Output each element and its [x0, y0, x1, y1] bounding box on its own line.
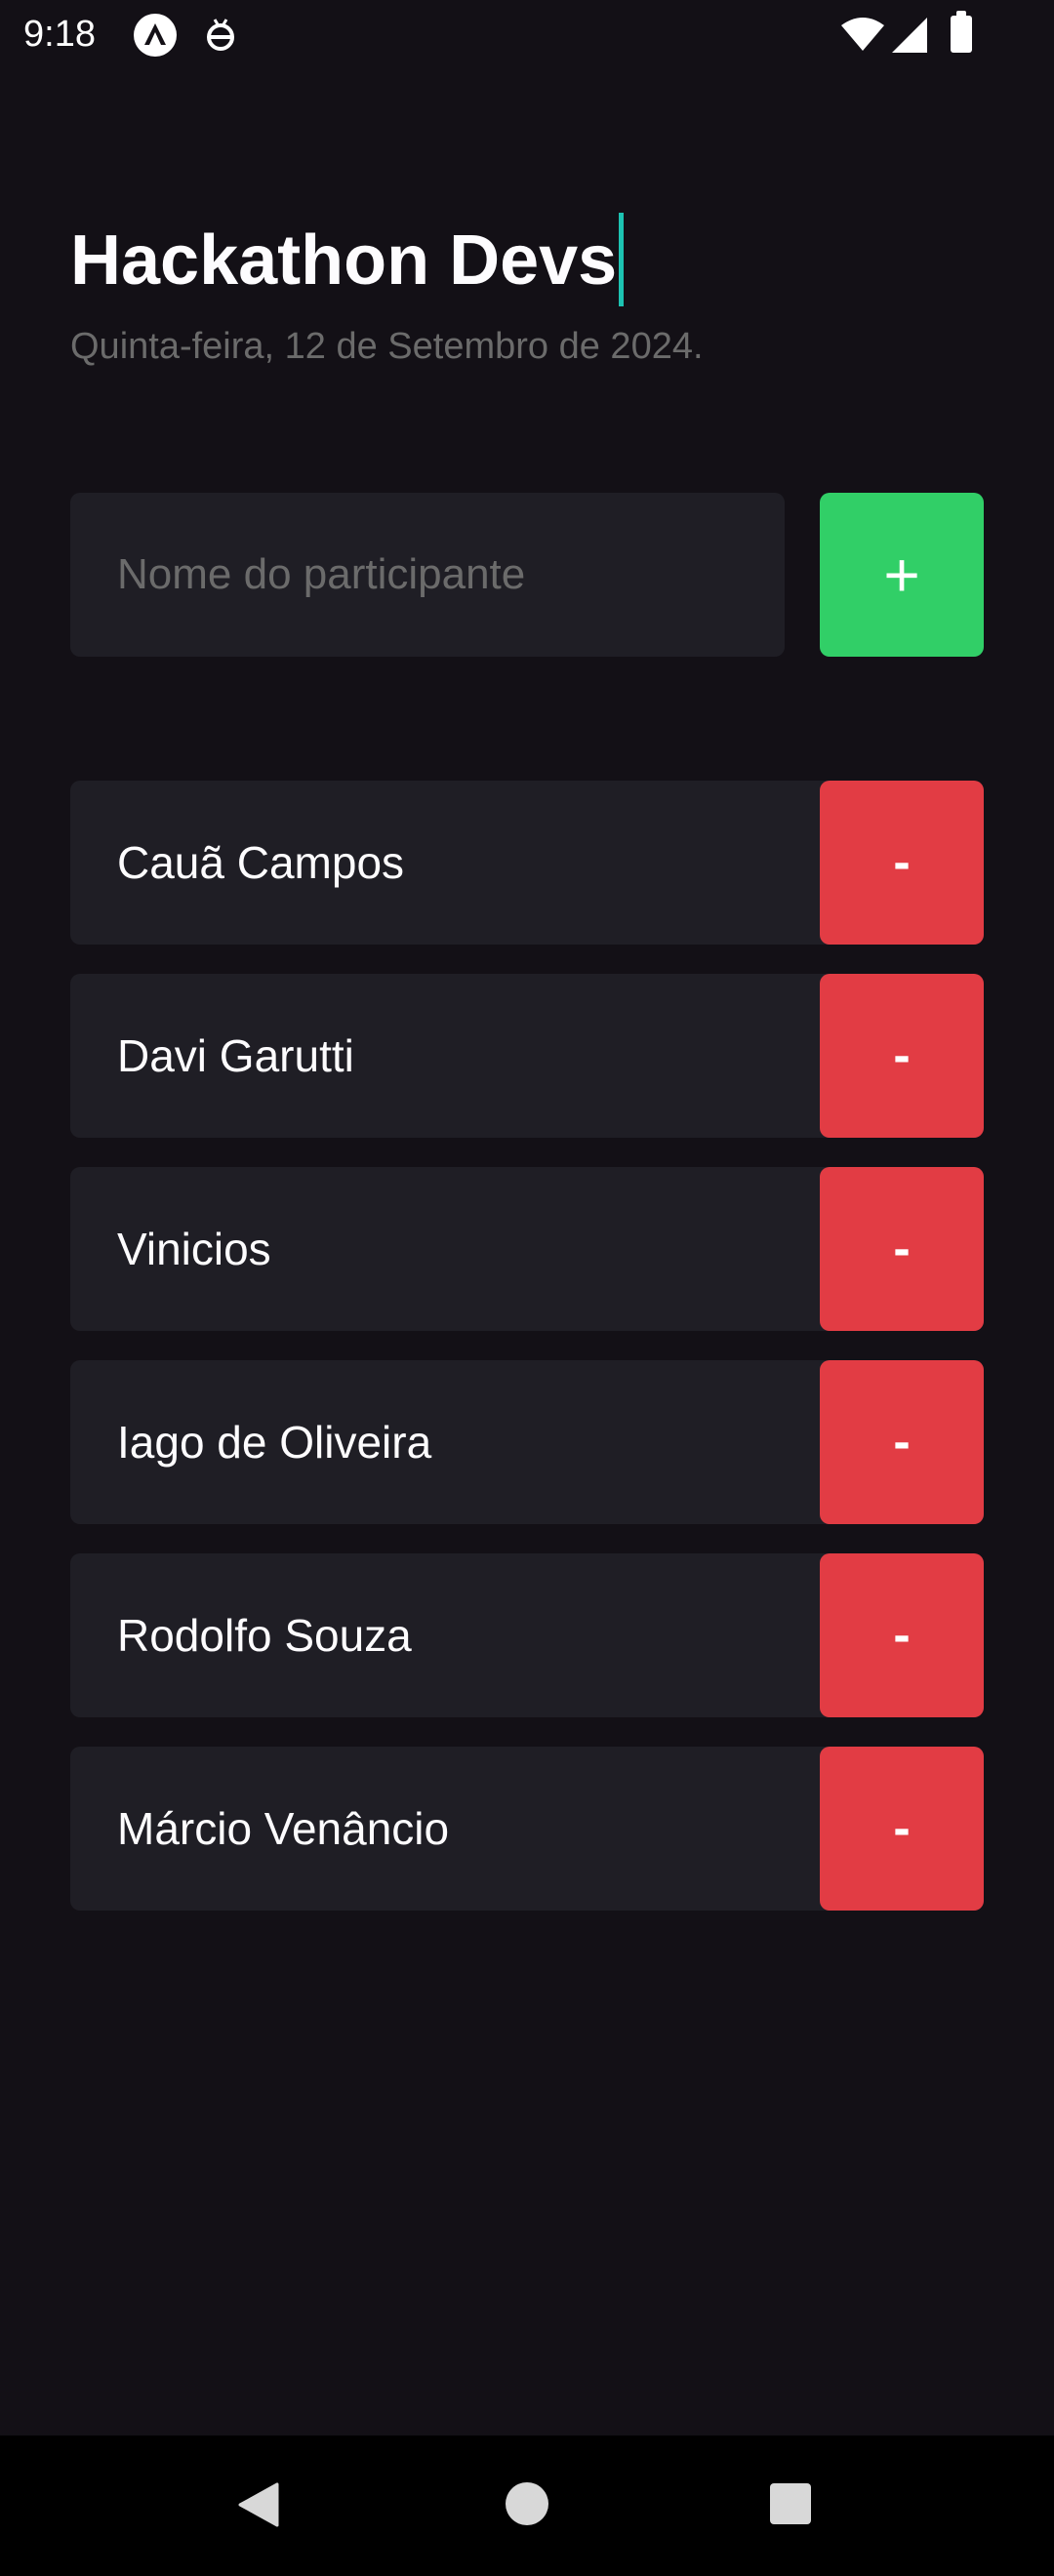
participant-name: Davi Garutti: [117, 1030, 354, 1081]
status-bar: 9:18: [0, 0, 1054, 70]
participant-row: Cauã Campos -: [70, 781, 984, 945]
text-cursor: [619, 212, 625, 306]
remove-participant-button[interactable]: -: [820, 1360, 984, 1524]
back-icon[interactable]: [238, 2482, 279, 2532]
wifi-icon: [841, 18, 884, 58]
cell-signal-icon: [892, 18, 927, 58]
participant-row: Iago de Oliveira -: [70, 1360, 984, 1524]
recents-icon[interactable]: [770, 2483, 811, 2524]
participant-name: Iago de Oliveira: [117, 1417, 432, 1468]
participant-row: Rodolfo Souza -: [70, 1553, 984, 1717]
participant-name-input[interactable]: [70, 493, 785, 657]
remove-participant-button[interactable]: -: [820, 974, 984, 1138]
event-title: Hackathon Devs: [70, 212, 625, 312]
battery-icon: [951, 11, 972, 53]
participant-name: Márcio Venâncio: [117, 1803, 450, 1854]
navigation-bar: [0, 2435, 1054, 2576]
debug-icon: [201, 16, 240, 55]
participant-row: Márcio Venâncio -: [70, 1747, 984, 1911]
remove-participant-button[interactable]: -: [820, 781, 984, 945]
participant-name: Rodolfo Souza: [117, 1610, 412, 1661]
home-icon[interactable]: [506, 2482, 548, 2525]
event-title-text: Hackathon Devs: [70, 221, 618, 300]
participant-name: Cauã Campos: [117, 837, 405, 888]
participant-row: Davi Garutti -: [70, 974, 984, 1138]
event-date: Quinta-feira, 12 de Setembro de 2024.: [70, 326, 704, 367]
add-participant-button[interactable]: +: [820, 493, 984, 657]
remove-participant-button[interactable]: -: [820, 1747, 984, 1911]
remove-participant-button[interactable]: -: [820, 1553, 984, 1717]
expo-app-icon: [134, 14, 177, 57]
status-time: 9:18: [23, 14, 96, 55]
participant-name: Vinicios: [117, 1224, 271, 1274]
participant-row: Vinicios -: [70, 1167, 984, 1331]
participant-list: Cauã Campos - Davi Garutti - Vinicios - …: [70, 781, 984, 1940]
remove-participant-button[interactable]: -: [820, 1167, 984, 1331]
